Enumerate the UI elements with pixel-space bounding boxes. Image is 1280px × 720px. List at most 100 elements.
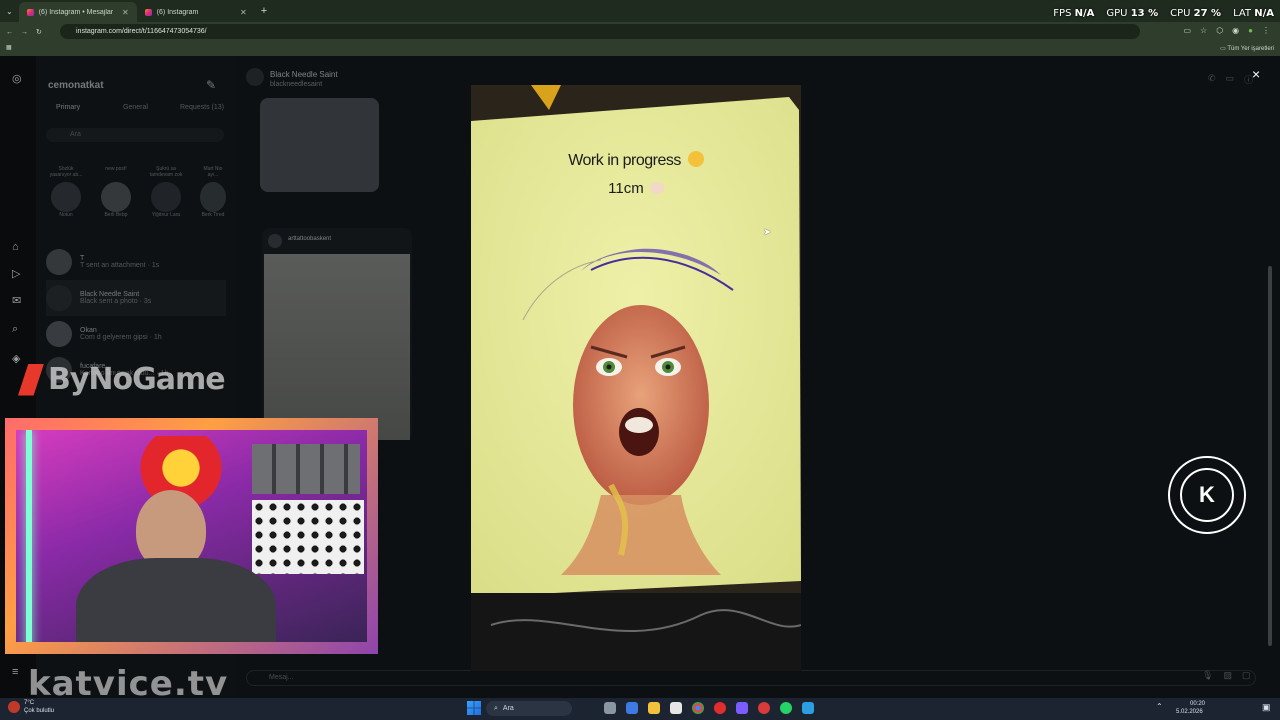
instagram-favicon-icon [144,8,152,16]
note-item[interactable]: Şukrü sa tamdevam zok Yiğitnur Lara [148,166,184,218]
browser-actions: ▭ ☆ ⬡ ◉ ● ⋮ [1183,26,1270,35]
more-icon[interactable]: ≡ [12,666,18,678]
scrollbar[interactable] [1268,266,1272,646]
note-item[interactable]: Sözlük yasanıyor ab... Notun [48,166,84,218]
chrome-icon[interactable] [692,702,704,714]
shield-icon[interactable]: ◉ [1232,26,1239,35]
app-icon[interactable] [758,702,770,714]
tab-instagram[interactable]: (6) Instagram ✕ [137,2,255,22]
studio-badge-letter: K [1180,468,1234,522]
windows-taskbar: 7°C Çok bulutlu 00:20 5.02.2026 ⌃ ▣ [0,698,1280,720]
avatar [46,249,72,275]
instagram-logo-icon[interactable]: ◎ [12,72,22,85]
list-item[interactable]: TT sent an attachment · 1s [46,244,226,280]
taskbar-search[interactable]: ⌕ Ara [486,701,572,716]
mouse-cursor-icon: ➤ [763,227,772,238]
address-field[interactable]: instagram.com/direct/t/116647473054736/ [60,24,1140,39]
forward-icon[interactable]: → [21,29,28,36]
tab-label: (6) Instagram • Mesajlar [38,8,114,16]
note-item[interactable]: new post! Berli Bebp [98,166,134,218]
search-icon[interactable]: ⌕ [12,323,18,336]
microphone-icon[interactable]: 🎙 [1202,670,1213,681]
note-name: Yiğitnur Lara [151,212,181,218]
note-item[interactable]: Mart Nio ayı... Berk Tired [198,166,228,218]
shared-photo[interactable] [260,98,379,192]
compose-icon[interactable]: ✎ [206,78,216,92]
video-icon[interactable]: ▭ [1226,73,1235,86]
note-caption: Mart Nio ayı... [203,166,223,178]
home-icon[interactable]: ⌂ [12,241,19,253]
extension-icon[interactable]: ⬡ [1216,26,1223,35]
avatar [46,285,72,311]
thread-preview: Com d gelyerem gipsi · 1h [80,334,162,341]
chat-header-name[interactable]: Black Needle Saint [270,70,338,79]
close-tab-icon[interactable]: ✕ [240,8,247,17]
file-explorer-icon[interactable] [648,702,660,714]
close-tab-icon[interactable]: ✕ [122,8,129,17]
new-tab-button[interactable]: + [255,5,273,17]
copilot-icon[interactable] [626,702,638,714]
profile-icon[interactable]: ● [1248,26,1253,35]
message-input[interactable]: Mesaj... [246,670,1256,686]
tab-general[interactable]: General [123,104,148,111]
star-icon[interactable]: ☆ [1200,26,1207,35]
weather-temp: 7°C [24,700,35,706]
tattoo-sketch-image [471,85,801,671]
reload-icon[interactable]: ↻ [36,28,42,36]
studio-badge: K [1168,456,1246,534]
telegram-icon[interactable] [802,702,814,714]
weather-icon[interactable] [8,701,20,713]
avatar [101,182,131,212]
apps-icon[interactable]: ▦ [6,44,12,51]
whatsapp-icon[interactable] [780,702,792,714]
thread-preview: Black sent a photo · 3s [80,298,152,305]
avatar [200,182,226,212]
sticker-icon[interactable]: ▢ [1242,670,1251,681]
notification-icon[interactable]: ▣ [1262,702,1271,713]
opera-icon[interactable] [714,702,726,714]
instagram-favicon-icon [26,8,34,16]
tab-primary[interactable]: Primary [56,104,80,111]
note-caption: Sözlük yasanıyor ab... [49,166,83,178]
checker-panel [252,500,364,574]
info-icon[interactable]: ⓘ [1244,73,1253,86]
tab-search-icon[interactable]: ⌄ [0,7,19,16]
tray-chevron-icon[interactable]: ⌃ [1156,702,1163,711]
note-caption: Şukrü sa tamdevam zok [149,166,183,178]
menu-icon[interactable]: ⋮ [1262,26,1270,35]
discord-icon[interactable] [736,702,748,714]
notes-row: Sözlük yasanıyor ab... Notun new post! B… [48,166,228,218]
back-icon[interactable]: ← [6,29,13,36]
tab-requests[interactable]: Requests (13) [180,104,224,111]
image-icon[interactable]: ▨ [1223,670,1232,681]
search-icon: ⌕ [494,704,498,712]
fps-readout: FPS N/A [1053,8,1095,19]
clock-date[interactable]: 5.02.2026 [1176,709,1203,715]
task-view-icon[interactable] [604,702,616,714]
phone-icon[interactable]: ✆ [1208,73,1216,86]
thread-name: Black Needle Saint [80,291,140,298]
caption-text: Work in progress [568,152,681,169]
post-author: arttattoobaskent [288,236,332,242]
sponsor-logo: ByNoGame [18,362,226,397]
close-modal-button[interactable]: × [1252,66,1260,82]
all-bookmarks-link[interactable]: ▭ Tüm Yer işaretleri [1220,45,1274,52]
shared-post[interactable]: arttattoobaskent [262,228,412,440]
tab-instagram-messages[interactable]: (6) Instagram • Mesajlar ✕ [18,2,137,22]
modal-photo[interactable]: Work in progress 11cm ➤ [471,85,801,671]
performance-overlay: FPS N/A GPU 13 % CPU 27 % LAT N/A [1053,8,1274,19]
thread-name: Okan [80,327,97,334]
streamer-shirt [76,558,276,642]
thread-preview: T sent an attachment · 1s [80,262,160,269]
chat-actions: ✆ ▭ ⓘ [1208,73,1253,86]
dm-search-input[interactable]: Ara [46,128,224,142]
account-username[interactable]: cemonatkat [48,80,104,91]
webcam-overlay [5,418,378,654]
clock-time[interactable]: 00:20 [1190,701,1205,707]
reels-icon[interactable]: ▷ [12,267,20,280]
list-item[interactable]: Black Needle Saint Black sent a photo · 3… [46,280,226,316]
store-icon[interactable] [670,702,682,714]
list-item[interactable]: Okan Com d gelyerem gipsi · 1h [46,316,226,352]
cast-icon[interactable]: ▭ [1183,26,1191,35]
messages-icon[interactable]: ✉ [12,294,21,307]
